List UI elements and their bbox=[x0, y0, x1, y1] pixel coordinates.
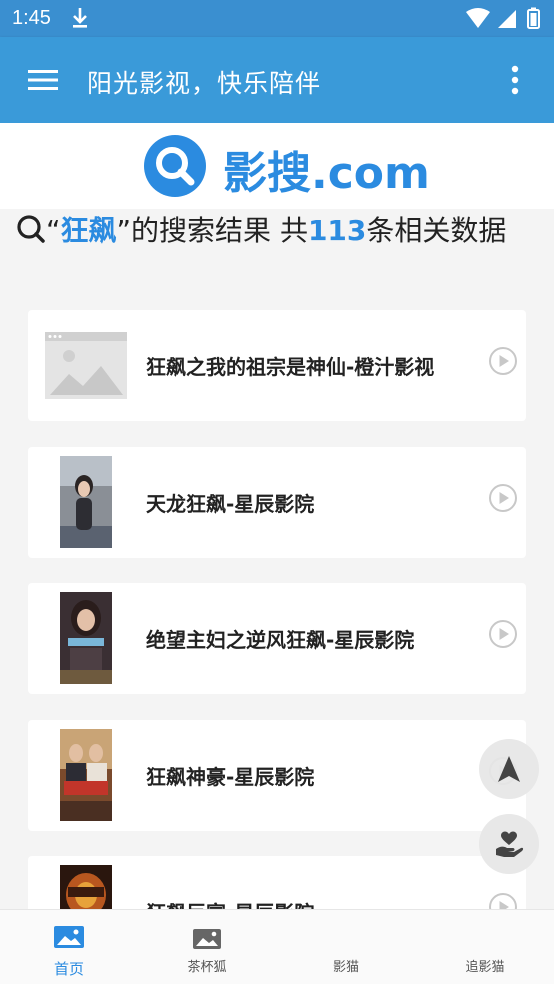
result-title: 狂飙之我的祖宗是神仙-橙汁影视 bbox=[146, 355, 435, 379]
result-title: 绝望主妇之逆风狂飙-星辰影院 bbox=[146, 628, 415, 652]
support-button[interactable] bbox=[479, 814, 539, 874]
download-icon bbox=[73, 8, 87, 28]
poster-thumbnail bbox=[60, 729, 112, 821]
result-title: 狂飙神豪-星辰影院 bbox=[146, 765, 315, 789]
nav-item-zhuiyingmao[interactable]: 追影猫 bbox=[416, 910, 554, 984]
app-title: 阳光影视，快乐陪伴 bbox=[87, 69, 322, 98]
nav-label-home: 首页 bbox=[53, 960, 84, 978]
status-bar: 1:45 bbox=[0, 0, 554, 37]
image-placeholder-icon bbox=[45, 332, 127, 399]
result-middle: ”的搜索结果 共 bbox=[116, 214, 308, 247]
app-bar: 阳光影视，快乐陪伴 bbox=[0, 37, 554, 123]
site-logo-banner: 影搜.com bbox=[0, 123, 554, 209]
result-count: 113 bbox=[307, 214, 367, 247]
search-icon bbox=[17, 215, 45, 243]
nav-label-chabeihu: 茶杯狐 bbox=[187, 960, 227, 975]
status-time: 1:45 bbox=[12, 7, 51, 29]
play-icon[interactable] bbox=[488, 483, 518, 513]
nav-label-zhuiyingmao: 追影猫 bbox=[465, 960, 505, 975]
nav-label-yingmao: 影猫 bbox=[332, 960, 359, 975]
site-logo-text: 影搜.com bbox=[223, 148, 430, 199]
wifi-icon bbox=[466, 8, 490, 28]
result-card[interactable]: 狂飙神豪-星辰影院 bbox=[28, 720, 526, 831]
play-icon[interactable] bbox=[488, 346, 518, 376]
result-title: 天龙狂飙-星辰影院 bbox=[146, 492, 315, 516]
scroll-to-top-button[interactable] bbox=[479, 739, 539, 799]
system-status-icons bbox=[466, 7, 540, 29]
bottom-navigation: 首页 茶杯狐 影猫 追影猫 bbox=[0, 909, 554, 984]
navigation-arrow-icon bbox=[498, 756, 520, 782]
image-icon bbox=[54, 926, 84, 948]
heart-hand-icon bbox=[496, 831, 524, 857]
play-icon[interactable] bbox=[488, 619, 518, 649]
poster-thumbnail bbox=[60, 456, 112, 548]
search-logo-icon bbox=[144, 135, 206, 197]
result-card[interactable]: 绝望主妇之逆风狂飙-星辰影院 bbox=[28, 583, 526, 694]
result-suffix: 条相关数据 bbox=[366, 214, 507, 247]
search-result-heading: “狂飙”的搜索结果 共113条相关数据 bbox=[16, 212, 541, 250]
signal-icon bbox=[498, 10, 516, 28]
more-options-icon[interactable] bbox=[510, 65, 520, 95]
image-icon bbox=[193, 929, 221, 949]
search-keyword: 狂飙 bbox=[60, 214, 117, 247]
nav-item-yingmao[interactable]: 影猫 bbox=[277, 910, 415, 984]
nav-item-home[interactable]: 首页 bbox=[0, 910, 138, 984]
nav-item-chabeihu[interactable]: 茶杯狐 bbox=[138, 910, 276, 984]
result-prefix: “ bbox=[46, 214, 61, 247]
result-card[interactable]: 天龙狂飙-星辰影院 bbox=[28, 447, 526, 558]
poster-thumbnail bbox=[60, 592, 112, 684]
result-card[interactable]: 狂飙之我的祖宗是神仙-橙汁影视 bbox=[28, 310, 526, 421]
menu-icon[interactable] bbox=[28, 68, 58, 92]
